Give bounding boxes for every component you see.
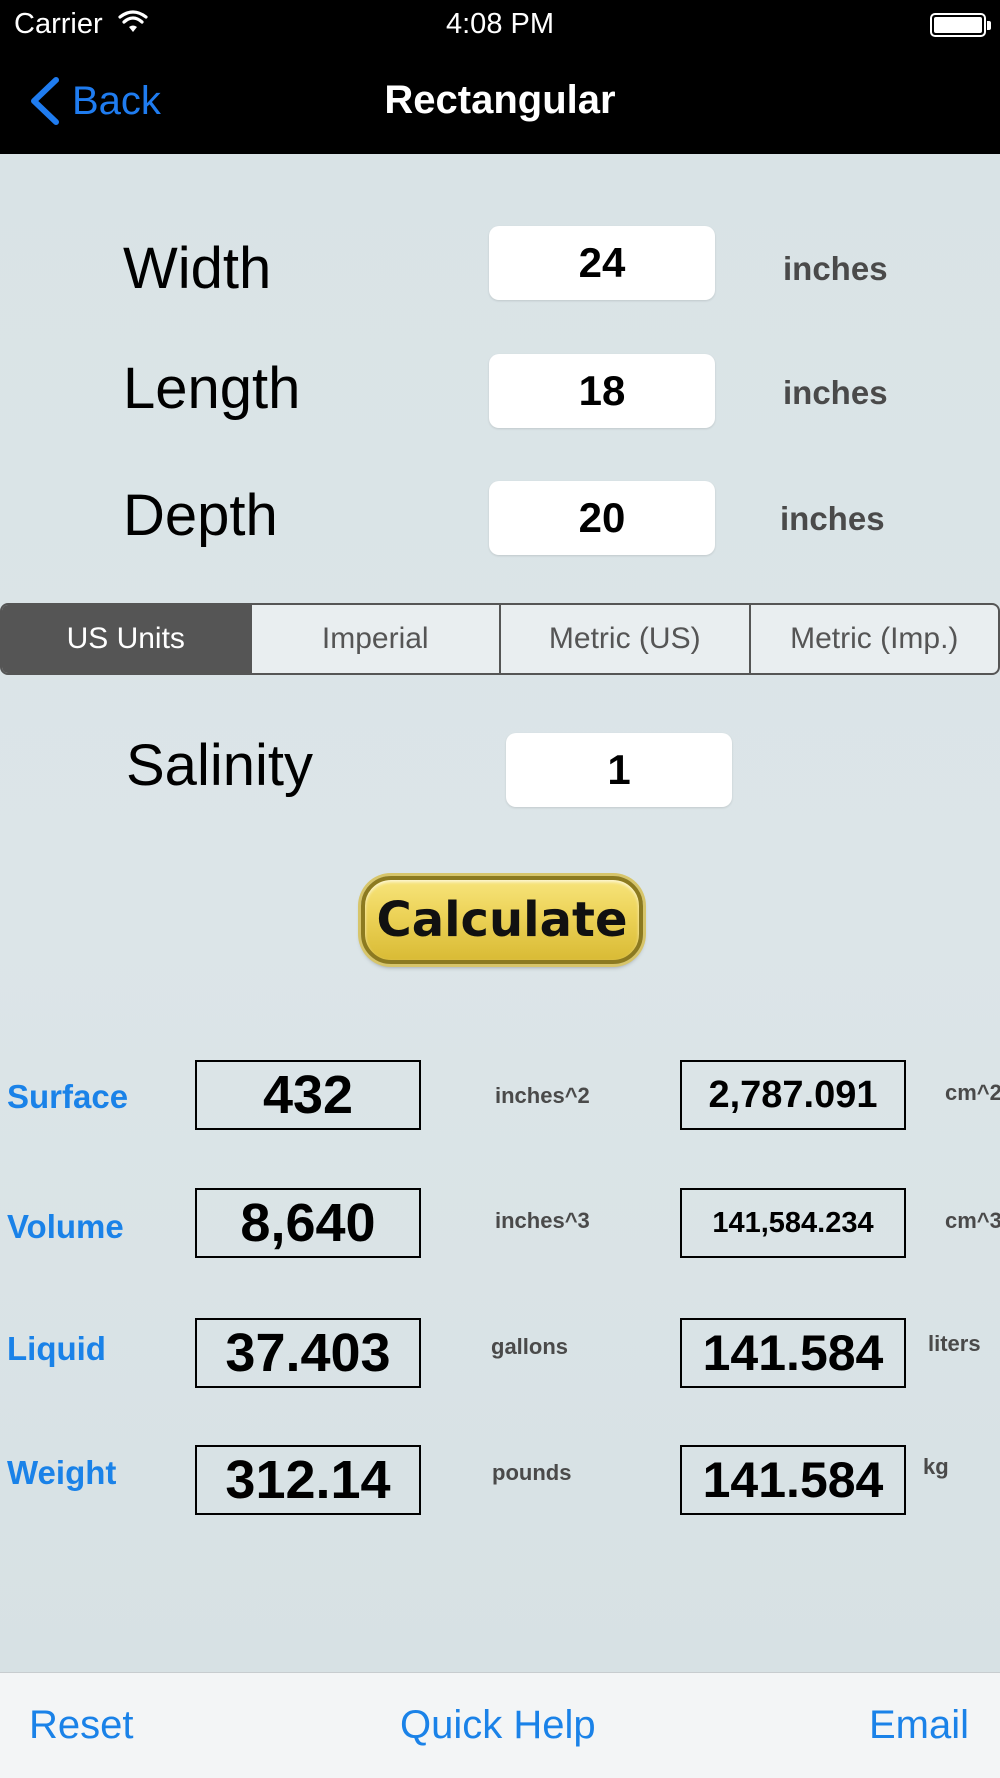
salinity-input[interactable]: 1	[506, 733, 732, 807]
liquid-metric-value: 141.584	[680, 1318, 906, 1388]
volume-label: Volume	[7, 1208, 124, 1245]
calculator-content: Width 24 inches Length 18 inches Depth 2…	[0, 154, 1000, 1672]
liquid-metric-unit: liters	[928, 1331, 981, 1356]
surface-label: Surface	[7, 1078, 129, 1115]
weight-unit: pounds	[492, 1460, 572, 1485]
volume-unit: inches^3	[495, 1208, 590, 1233]
width-label: Width	[123, 236, 272, 301]
segment-metric-imp[interactable]: Metric (Imp.)	[748, 605, 999, 673]
segment-imperial[interactable]: Imperial	[249, 605, 500, 673]
bottom-toolbar: Reset Quick Help Email	[0, 1672, 1000, 1778]
salinity-label: Salinity	[126, 733, 313, 798]
surface-metric-unit: cm^2	[945, 1080, 1000, 1105]
units-segmented-control: US Units Imperial Metric (US) Metric (Im…	[0, 603, 1000, 675]
liquid-value: 37.403	[195, 1318, 421, 1388]
page-title: Rectangular	[384, 78, 616, 122]
length-unit: inches	[783, 374, 888, 411]
width-unit: inches	[783, 250, 888, 287]
surface-unit: inches^2	[495, 1083, 590, 1108]
battery-icon	[930, 13, 991, 37]
width-input[interactable]: 24	[489, 226, 715, 300]
surface-value: 432	[195, 1060, 421, 1130]
navigation-bar: Back Rectangular	[0, 50, 1000, 154]
liquid-unit: gallons	[491, 1334, 569, 1359]
segment-us-units[interactable]: US Units	[2, 605, 250, 673]
liquid-label: Liquid	[7, 1330, 106, 1367]
volume-metric-unit: cm^3	[945, 1208, 1000, 1233]
weight-metric-value: 141.584	[680, 1445, 906, 1515]
length-input[interactable]: 18	[489, 354, 715, 428]
volume-metric-value: 141,584.234	[680, 1188, 906, 1258]
calculate-button[interactable]: Calculate	[361, 876, 643, 964]
reset-button[interactable]: Reset	[29, 1703, 134, 1748]
length-label: Length	[123, 356, 301, 421]
weight-label: Weight	[7, 1454, 117, 1491]
weight-metric-unit: kg	[923, 1454, 949, 1479]
weight-value: 312.14	[195, 1445, 421, 1515]
surface-metric-value: 2,787.091	[680, 1060, 906, 1130]
status-time: 4:08 PM	[446, 8, 554, 40]
depth-label: Depth	[123, 483, 278, 548]
depth-input[interactable]: 20	[489, 481, 715, 555]
email-button[interactable]: Email	[869, 1703, 969, 1748]
depth-unit: inches	[780, 500, 885, 537]
status-bar: Carrier 4:08 PM	[0, 0, 1000, 50]
segment-metric-us[interactable]: Metric (US)	[499, 605, 749, 673]
volume-value: 8,640	[195, 1188, 421, 1258]
quick-help-button[interactable]: Quick Help	[400, 1703, 596, 1748]
